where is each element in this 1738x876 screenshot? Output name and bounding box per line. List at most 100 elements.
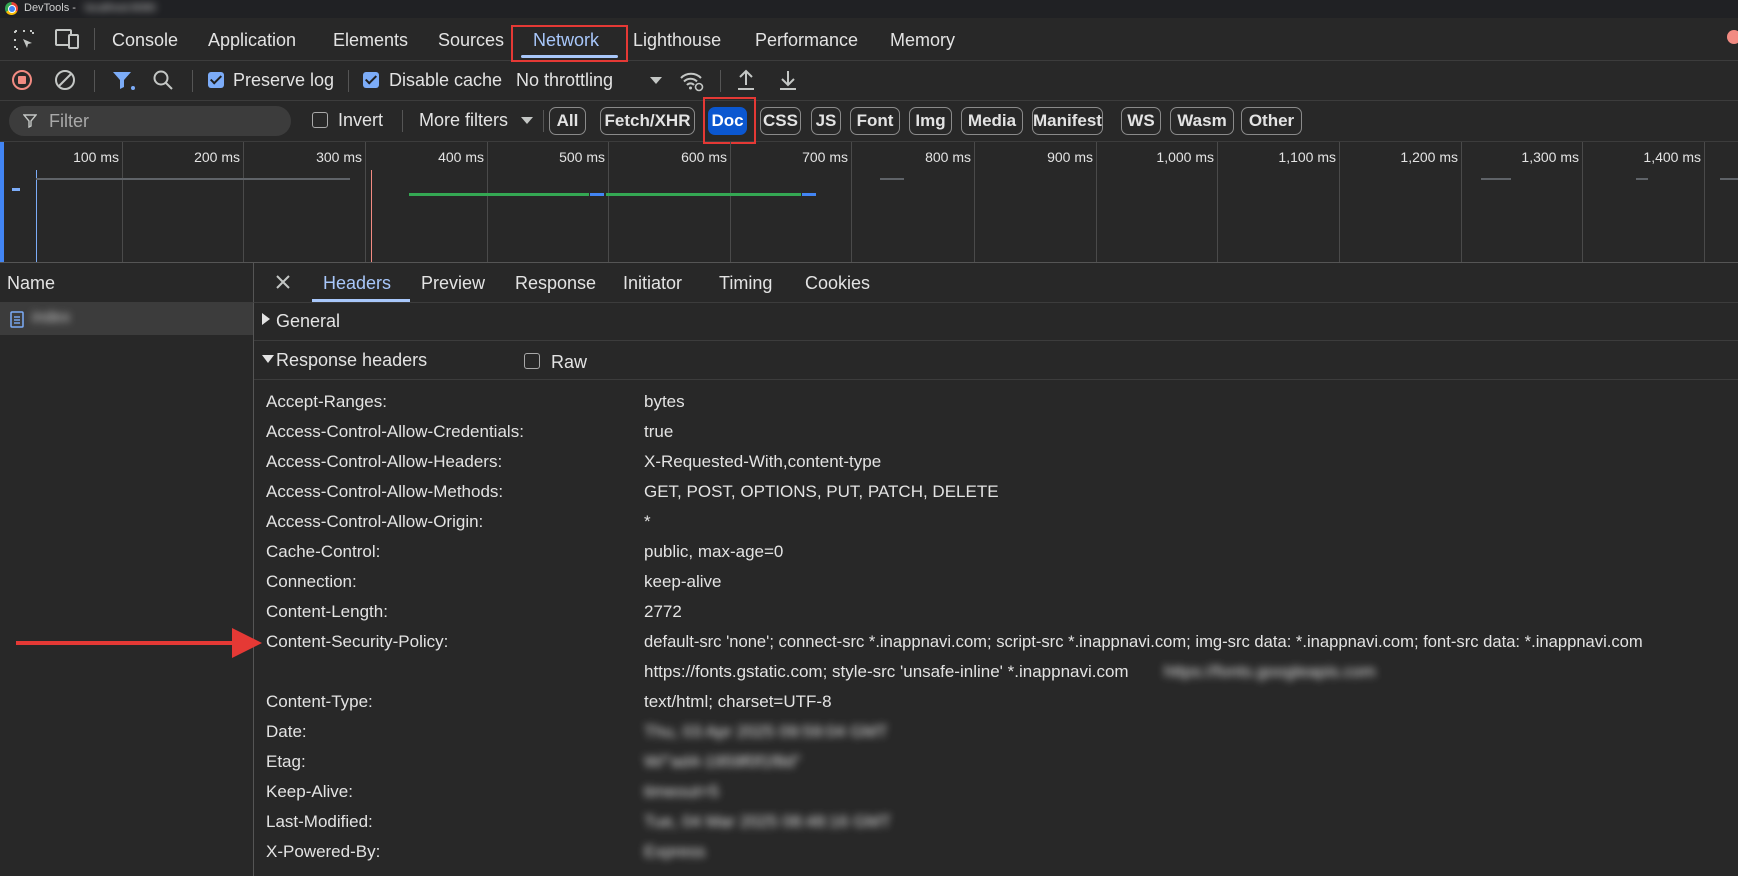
tab-cookies[interactable]: Cookies — [805, 273, 870, 294]
import-har-icon[interactable] — [735, 68, 757, 92]
header-name: Content-Length: — [266, 602, 388, 621]
devtools-tab-bar: Console Application Elements Sources Net… — [0, 18, 1738, 62]
toolbar-divider — [402, 110, 403, 132]
tab-memory[interactable]: Memory — [890, 30, 955, 51]
header-value-csp-blurred: https://fonts.googleapis.com — [1164, 662, 1376, 681]
chip-ws[interactable]: WS — [1121, 107, 1161, 135]
load-event-line — [371, 170, 372, 262]
request-bar — [802, 193, 816, 196]
tab-timing[interactable]: Timing — [719, 273, 772, 294]
header-value: true — [644, 422, 674, 441]
tab-initiator[interactable]: Initiator — [623, 273, 682, 294]
header-value: GET, POST, OPTIONS, PUT, PATCH, DELETE — [644, 482, 999, 501]
tab-elements[interactable]: Elements — [333, 30, 408, 51]
header-name: Accept-Ranges: — [266, 392, 387, 411]
header-value: bytes — [644, 392, 685, 411]
annotation-arrow-shaft — [16, 641, 236, 645]
header-value-blurred: W/"ad4-1959f0f1f8d" — [644, 752, 801, 771]
chip-all[interactable]: All — [549, 107, 586, 135]
tab-lighthouse[interactable]: Lighthouse — [633, 30, 721, 51]
more-filters-button[interactable]: More filters — [419, 110, 508, 131]
network-conditions-icon[interactable] — [679, 69, 705, 93]
chevron-down-icon[interactable] — [650, 77, 662, 84]
header-value-csp: default-src 'none'; connect-src *.inappn… — [644, 632, 1643, 651]
header-name: Access-Control-Allow-Methods: — [266, 482, 504, 501]
search-icon[interactable] — [152, 69, 174, 91]
header-name: Access-Control-Allow-Credentials: — [266, 422, 524, 441]
dom-content-loaded-line — [36, 170, 37, 262]
window-title-bar: DevTools - localhost:8080 — [0, 0, 1738, 18]
name-column-header[interactable]: Name — [0, 263, 254, 303]
clear-icon[interactable] — [54, 69, 76, 91]
toolbar-divider — [94, 70, 95, 92]
disable-cache-checkbox[interactable] — [363, 72, 379, 88]
chip-font[interactable]: Font — [850, 107, 900, 135]
network-toolbar: Preserve log Disable cache No throttling — [0, 61, 1738, 101]
chip-fetch-xhr[interactable]: Fetch/XHR — [600, 107, 695, 135]
header-value-blurred: Express — [644, 842, 706, 861]
timeline-tick: 500 ms — [559, 149, 605, 165]
chrome-logo-icon — [5, 2, 18, 15]
toolbar-divider — [543, 110, 544, 132]
close-devtools-icon[interactable] — [1727, 30, 1738, 44]
header-value: public, max-age=0 — [644, 542, 784, 561]
header-value: * — [644, 512, 651, 531]
doc-chip-highlight — [703, 97, 756, 144]
chip-other[interactable]: Other — [1241, 107, 1302, 135]
invert-checkbox[interactable] — [312, 112, 328, 128]
header-name-csp: Content-Security-Policy: — [266, 632, 449, 651]
chip-js[interactable]: JS — [811, 107, 841, 135]
tab-performance[interactable]: Performance — [755, 30, 858, 51]
tab-console[interactable]: Console — [112, 30, 178, 51]
request-bar — [880, 178, 904, 180]
chip-css[interactable]: CSS — [760, 107, 801, 135]
timeline-tick: 200 ms — [194, 149, 240, 165]
chip-img[interactable]: Img — [909, 107, 952, 135]
timeline-tick: 800 ms — [925, 149, 971, 165]
header-name: X-Powered-By: — [266, 842, 381, 861]
timeline-tick: 300 ms — [316, 149, 362, 165]
request-bar — [12, 188, 20, 191]
annotation-arrow-icon — [232, 628, 262, 658]
timeline-overview[interactable]: 100 ms 200 ms 300 ms 400 ms 500 ms 600 m… — [0, 142, 1738, 263]
timeline-tick: 1,100 ms — [1278, 149, 1336, 165]
request-list: index — [0, 303, 254, 876]
header-name: Date: — [266, 722, 307, 741]
filter-input[interactable]: Filter — [9, 106, 291, 136]
header-value-blurred: Thu, 03 Apr 2025 09:59:04 GMT — [644, 722, 888, 741]
tab-headers[interactable]: Headers — [323, 273, 391, 294]
general-section[interactable]: General — [254, 303, 1738, 341]
timeline-tick: 100 ms — [73, 149, 119, 165]
request-bar — [1636, 178, 1648, 180]
toolbar-divider — [94, 28, 95, 50]
tab-sources[interactable]: Sources — [438, 30, 504, 51]
raw-checkbox[interactable] — [524, 353, 540, 369]
chip-media[interactable]: Media — [961, 107, 1023, 135]
export-har-icon[interactable] — [777, 68, 799, 92]
header-value: 2772 — [644, 602, 682, 621]
throttling-select[interactable]: No throttling — [516, 70, 613, 91]
inspect-element-icon[interactable] — [12, 28, 36, 52]
device-toolbar-icon[interactable] — [54, 28, 80, 50]
close-icon[interactable] — [275, 274, 291, 290]
header-name: Last-Modified: — [266, 812, 373, 831]
preserve-log-label: Preserve log — [233, 70, 335, 90]
tab-application[interactable]: Application — [208, 30, 296, 51]
collapse-arrow-icon[interactable] — [262, 355, 274, 363]
chip-manifest[interactable]: Manifest — [1032, 107, 1103, 135]
filter-icon[interactable] — [112, 70, 136, 92]
response-headers-section[interactable]: Response headers Raw — [254, 342, 1738, 380]
chevron-down-icon[interactable] — [521, 117, 533, 124]
funnel-icon — [23, 114, 37, 128]
response-headers-label: Response headers — [276, 350, 428, 370]
tab-preview[interactable]: Preview — [421, 273, 485, 294]
preserve-log-checkbox[interactable] — [208, 72, 224, 88]
stop-recording-icon[interactable] — [12, 70, 32, 90]
tab-response[interactable]: Response — [515, 273, 596, 294]
header-value: X-Requested-With,content-type — [644, 452, 882, 471]
expand-arrow-icon[interactable] — [262, 313, 270, 325]
list-item[interactable]: index — [0, 303, 253, 335]
timeline-tick: 1,200 ms — [1400, 149, 1458, 165]
chip-wasm[interactable]: Wasm — [1170, 107, 1234, 135]
header-name: Connection: — [266, 572, 357, 591]
